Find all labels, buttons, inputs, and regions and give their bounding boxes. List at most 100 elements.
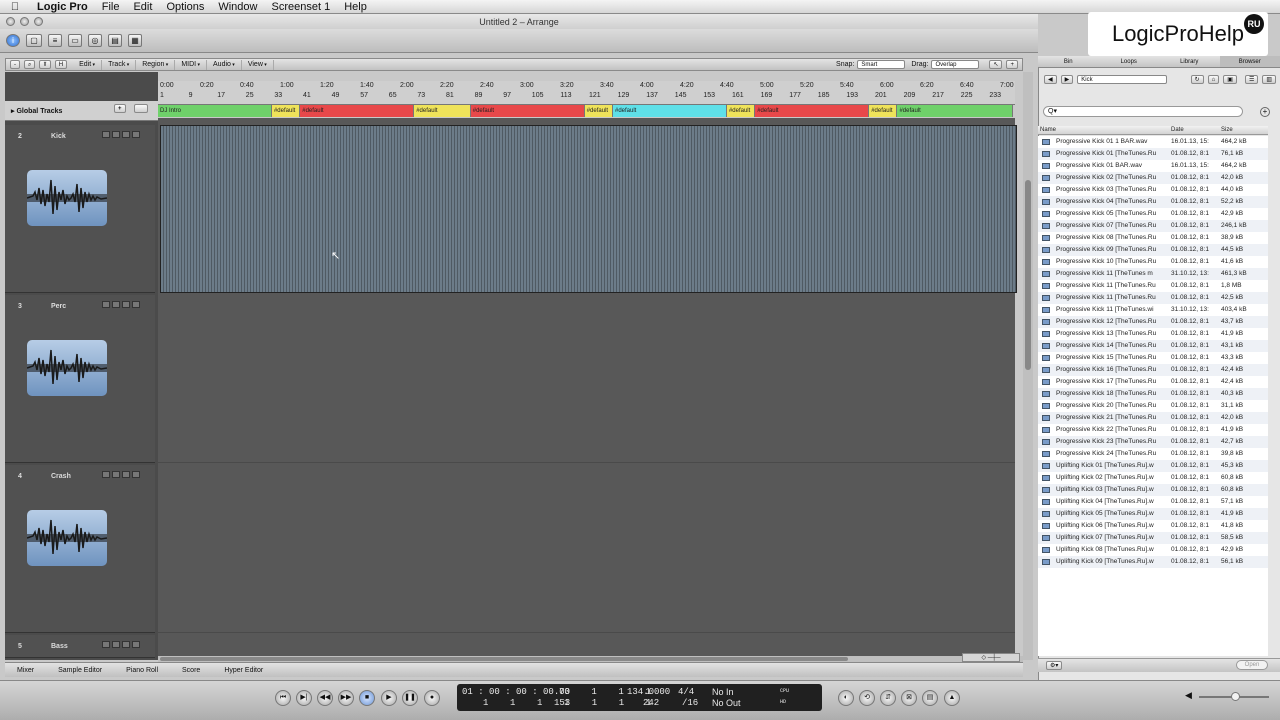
file-row[interactable]: Progressive Kick 02 [TheTunes.Ru 01.08.12… bbox=[1038, 172, 1268, 184]
solo-icon[interactable]: ▤ bbox=[922, 690, 938, 706]
horizontal-scroll-thumb[interactable] bbox=[160, 657, 848, 661]
file-row[interactable]: Progressive Kick 07 [TheTunes.Ru 01.08.12… bbox=[1038, 220, 1268, 232]
column-size[interactable]: Size bbox=[1221, 127, 1233, 133]
drag-select[interactable]: Overlap bbox=[931, 60, 980, 69]
tab-score[interactable]: Score bbox=[170, 663, 212, 677]
audio-region-kick[interactable] bbox=[160, 125, 1017, 293]
record-enable-button[interactable] bbox=[122, 131, 130, 138]
add-search-icon[interactable]: + bbox=[1260, 107, 1270, 117]
local-menu-view[interactable]: View bbox=[242, 59, 274, 70]
marker-3[interactable]: #default bbox=[414, 105, 471, 117]
inspector-icon[interactable]: i bbox=[6, 34, 20, 47]
menu-edit[interactable]: Edit bbox=[126, 1, 159, 13]
bar-ruler[interactable]: 0:00 0:20 0:40 1:00 1:20 1:40 2:00 2:20 2:40 3:00… bbox=[158, 81, 1015, 105]
file-row[interactable]: Progressive Kick 18 [TheTunes.Ru 01.08.12… bbox=[1038, 388, 1268, 400]
track-lane-perc[interactable] bbox=[158, 293, 1015, 463]
freeze-button[interactable] bbox=[132, 131, 140, 138]
browser-search-input[interactable]: Q▾ bbox=[1043, 106, 1243, 117]
project-icon[interactable]: ▣ bbox=[1223, 74, 1237, 84]
file-row[interactable]: Progressive Kick 11 [TheTunes.Ru 01.08.12… bbox=[1038, 292, 1268, 304]
column-view-icon[interactable]: ▥ bbox=[1262, 74, 1276, 84]
track-name[interactable]: Perc bbox=[51, 303, 66, 310]
marker-4[interactable]: #default bbox=[470, 105, 585, 117]
menu-app[interactable]: Logic Pro bbox=[30, 1, 95, 13]
file-row[interactable]: Progressive Kick 11 [TheTunes.wi 31.10.12… bbox=[1038, 304, 1268, 316]
stop-button[interactable]: ■ bbox=[359, 690, 375, 706]
snap-select[interactable]: Smart bbox=[857, 60, 906, 69]
path-select[interactable]: Kick bbox=[1077, 74, 1168, 84]
menu-file[interactable]: File bbox=[95, 1, 127, 13]
file-row[interactable]: Progressive Kick 01 [TheTunes.Ru 01.08.12… bbox=[1038, 148, 1268, 160]
local-menu-audio[interactable]: Audio bbox=[207, 59, 242, 70]
file-row[interactable]: Progressive Kick 22 [TheTunes.Ru 01.08.12… bbox=[1038, 424, 1268, 436]
menu-options[interactable]: Options bbox=[159, 1, 211, 13]
file-row[interactable]: Progressive Kick 05 [TheTunes.Ru 01.08.12… bbox=[1038, 208, 1268, 220]
division[interactable]: /16 bbox=[682, 698, 698, 708]
menu-screenset[interactable]: Screenset 1 bbox=[264, 1, 337, 13]
fast-forward-button[interactable]: ▶▶ bbox=[338, 690, 354, 706]
track-header-kick[interactable]: 2 Kick bbox=[5, 125, 155, 293]
file-row[interactable]: Progressive Kick 08 [TheTunes.Ru 01.08.12… bbox=[1038, 232, 1268, 244]
marker-5[interactable]: #default bbox=[584, 105, 613, 117]
file-row[interactable]: Uplifting Kick 03 [TheTunes.Ru].w 01.08.1… bbox=[1038, 484, 1268, 496]
library-icon[interactable]: ▤ bbox=[108, 34, 122, 47]
mute-button[interactable] bbox=[102, 641, 110, 648]
menu-window[interactable]: Window bbox=[211, 1, 264, 13]
file-row[interactable]: Progressive Kick 01 1 BAR.wav 16.01.13, 1… bbox=[1038, 136, 1268, 148]
list-view-icon[interactable]: ☰ bbox=[1244, 74, 1259, 84]
track-name[interactable]: Bass bbox=[51, 643, 68, 650]
master-volume[interactable]: ◀ bbox=[1185, 690, 1275, 704]
tab-bin[interactable]: Bin bbox=[1038, 56, 1099, 67]
menu-help[interactable]: Help bbox=[337, 1, 374, 13]
tab-loops[interactable]: Loops bbox=[1099, 56, 1160, 67]
file-row[interactable]: Progressive Kick 20 [TheTunes.Ru 01.08.12… bbox=[1038, 400, 1268, 412]
file-row[interactable]: Progressive Kick 11 [TheTunes.Ru 01.08.12… bbox=[1038, 280, 1268, 292]
freeze-button[interactable] bbox=[132, 301, 140, 308]
solo-button[interactable] bbox=[112, 471, 120, 478]
transport-display[interactable]: 01 : 00 : 00 : 00.00 73 1 1 1 1 1 1 1 15… bbox=[457, 684, 822, 711]
minimize-window-button[interactable] bbox=[20, 17, 29, 26]
file-row[interactable]: Uplifting Kick 01 [TheTunes.Ru].w 01.08.1… bbox=[1038, 460, 1268, 472]
marker-1[interactable]: #default bbox=[271, 105, 301, 117]
file-row[interactable]: Uplifting Kick 08 [TheTunes.Ru].w 01.08.1… bbox=[1038, 544, 1268, 556]
file-row[interactable]: Uplifting Kick 02 [TheTunes.Ru].w 01.08.1… bbox=[1038, 472, 1268, 484]
freeze-button[interactable] bbox=[132, 641, 140, 648]
open-button[interactable]: Open bbox=[1236, 660, 1268, 670]
file-row[interactable]: Progressive Kick 10 [TheTunes.Ru 01.08.12… bbox=[1038, 256, 1268, 268]
browser-icon[interactable]: ▦ bbox=[128, 34, 142, 47]
mute-button[interactable] bbox=[102, 471, 110, 478]
apple-icon[interactable]:  bbox=[0, 1, 30, 13]
zoom-out-button[interactable]: - bbox=[10, 60, 20, 69]
pause-button[interactable]: ❚❚ bbox=[402, 690, 418, 706]
replace-icon[interactable]: ⊠ bbox=[901, 690, 917, 706]
zoom-window-button[interactable] bbox=[34, 17, 43, 26]
tempo-value[interactable]: 134.0000 bbox=[627, 687, 670, 697]
metronome-icon[interactable]: ▲ bbox=[944, 690, 960, 706]
track-name[interactable]: Crash bbox=[51, 473, 71, 480]
mute-button[interactable] bbox=[102, 131, 110, 138]
solo-button[interactable] bbox=[112, 641, 120, 648]
file-row[interactable]: Progressive Kick 03 [TheTunes.Ru 01.08.12… bbox=[1038, 184, 1268, 196]
pencil-tool-icon[interactable]: + bbox=[1006, 60, 1018, 69]
file-row[interactable]: Progressive Kick 21 [TheTunes.Ru 01.08.12… bbox=[1038, 412, 1268, 424]
solo-button[interactable] bbox=[112, 301, 120, 308]
file-row[interactable]: Progressive Kick 01 BAR.wav 16.01.13, 15:… bbox=[1038, 160, 1268, 172]
file-row[interactable]: Progressive Kick 09 [TheTunes.Ru 01.08.12… bbox=[1038, 244, 1268, 256]
local-menu-midi[interactable]: MIDI bbox=[175, 59, 208, 70]
file-row[interactable]: Progressive Kick 17 [TheTunes.Ru 01.08.12… bbox=[1038, 376, 1268, 388]
zoom-slider[interactable]: ◇ ─┼─ bbox=[962, 653, 1020, 662]
tab-sample-editor[interactable]: Sample Editor bbox=[46, 663, 114, 677]
cycle-icon[interactable]: ⟲ bbox=[859, 690, 875, 706]
go-to-beginning-button[interactable]: ⏮ bbox=[275, 690, 291, 706]
file-row[interactable]: Progressive Kick 16 [TheTunes.Ru 01.08.12… bbox=[1038, 364, 1268, 376]
marker-10[interactable]: #default bbox=[897, 105, 1014, 117]
local-menu-edit[interactable]: Edit bbox=[73, 59, 103, 70]
tab-piano-roll[interactable]: Piano Roll bbox=[114, 663, 170, 677]
local-menu-region[interactable]: Region bbox=[136, 59, 176, 70]
marker-7[interactable]: #default bbox=[726, 105, 756, 117]
marker-9[interactable]: #default bbox=[869, 105, 898, 117]
tab-mixer[interactable]: Mixer bbox=[5, 663, 46, 677]
back-arrow-icon[interactable]: ◀ bbox=[1044, 74, 1057, 84]
file-row[interactable]: Progressive Kick 04 [TheTunes.Ru 01.08.12… bbox=[1038, 196, 1268, 208]
marker-6[interactable]: #default bbox=[612, 105, 727, 117]
